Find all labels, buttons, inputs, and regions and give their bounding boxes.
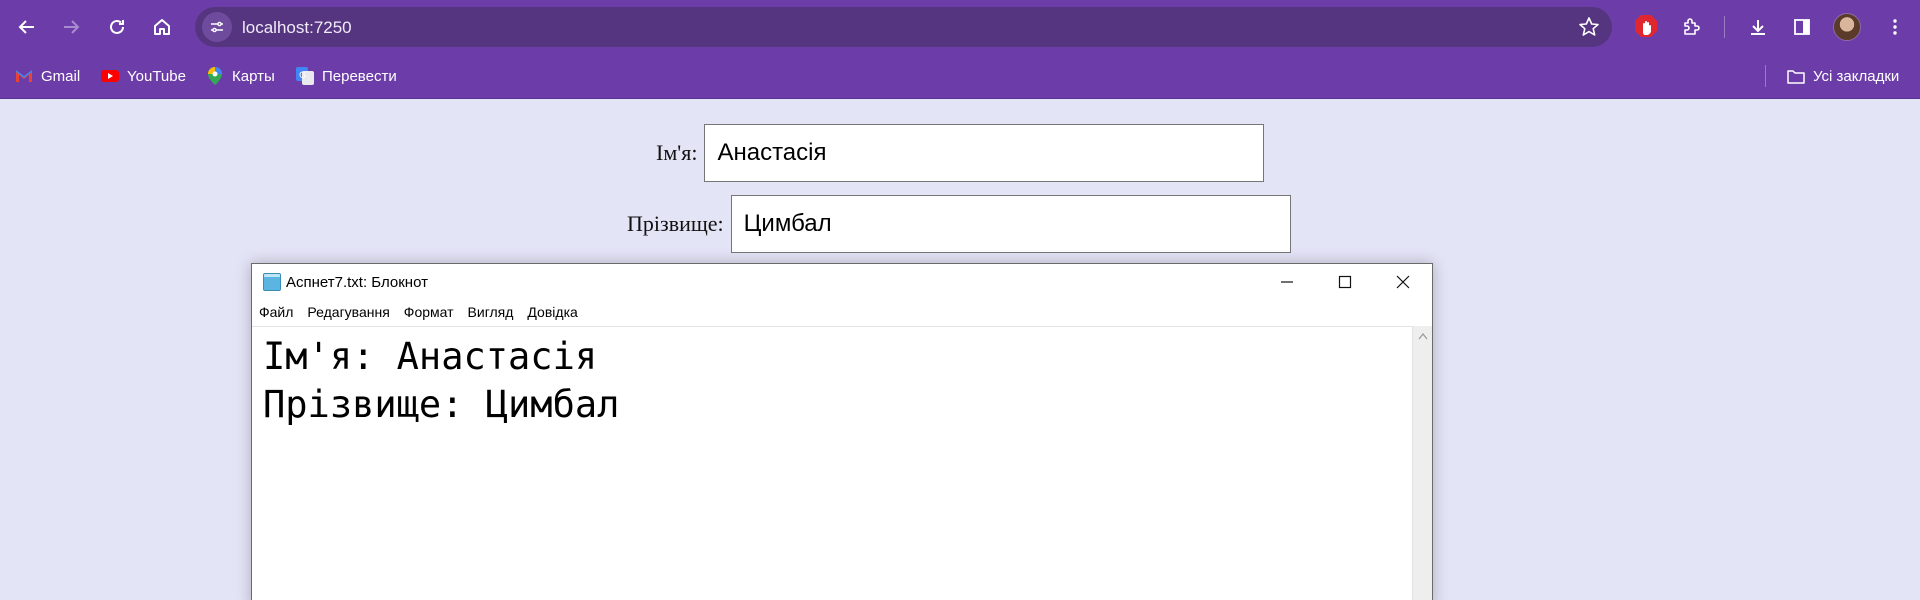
more-vert-icon bbox=[1893, 19, 1897, 35]
browser-toolbar: localhost:7250 bbox=[0, 0, 1920, 55]
close-button[interactable] bbox=[1374, 264, 1432, 300]
close-icon bbox=[1396, 275, 1410, 289]
back-button[interactable] bbox=[11, 11, 43, 43]
bookmark-label: Перевести bbox=[322, 67, 397, 85]
site-info-button[interactable] bbox=[202, 12, 232, 42]
translate-icon: G bbox=[296, 67, 314, 85]
minimize-icon bbox=[1281, 281, 1293, 283]
bookmark-label: YouTube bbox=[127, 67, 186, 85]
arrow-left-icon bbox=[18, 20, 34, 34]
bookmarks-bar: Gmail YouTube Карты G Перевести Усі закл… bbox=[0, 55, 1920, 99]
first-name-row: Ім'я: Анастасія bbox=[656, 124, 1265, 182]
side-panel-button[interactable] bbox=[1786, 11, 1818, 43]
menu-help[interactable]: Довідка bbox=[527, 304, 577, 320]
home-icon bbox=[154, 19, 170, 35]
all-bookmarks-label: Усі закладки bbox=[1813, 67, 1900, 85]
text-line: Ім'я: Анастасія bbox=[263, 335, 598, 378]
folder-icon bbox=[1787, 67, 1805, 85]
maps-icon bbox=[206, 67, 224, 85]
menu-view[interactable]: Вигляд bbox=[468, 304, 514, 320]
notepad-window: Аспнет7.txt: Блокнот Файл Редагування Фо… bbox=[251, 263, 1433, 600]
scroll-up-icon[interactable] bbox=[1418, 332, 1428, 340]
bookmark-label: Карты bbox=[232, 67, 275, 85]
home-button[interactable] bbox=[146, 11, 178, 43]
youtube-icon bbox=[101, 67, 119, 85]
address-bar[interactable]: localhost:7250 bbox=[195, 7, 1612, 47]
notepad-titlebar[interactable]: Аспнет7.txt: Блокнот bbox=[252, 264, 1432, 300]
last-name-input[interactable]: Цимбал bbox=[730, 195, 1291, 253]
svg-text:G: G bbox=[299, 71, 306, 81]
bookmark-translate[interactable]: G Перевести bbox=[296, 65, 397, 87]
menu-format[interactable]: Формат bbox=[404, 304, 454, 320]
menu-edit[interactable]: Редагування bbox=[307, 304, 389, 320]
url-text: localhost:7250 bbox=[242, 18, 352, 37]
maximize-icon bbox=[1338, 275, 1352, 289]
bookmark-star-icon[interactable] bbox=[1578, 16, 1600, 38]
minimize-button[interactable] bbox=[1258, 264, 1316, 300]
all-bookmarks-button[interactable]: Усі закладки bbox=[1787, 65, 1899, 87]
bookmark-gmail[interactable]: Gmail bbox=[15, 65, 80, 87]
notepad-title: Аспнет7.txt: Блокнот bbox=[286, 274, 428, 291]
download-icon bbox=[1751, 20, 1765, 35]
tune-icon bbox=[211, 21, 223, 33]
forward-button[interactable] bbox=[55, 11, 87, 43]
reload-icon bbox=[110, 19, 124, 34]
text-line: Прізвище: Цимбал bbox=[263, 383, 620, 426]
downloads-button[interactable] bbox=[1742, 11, 1774, 43]
first-name-input[interactable]: Анастасія bbox=[704, 124, 1265, 182]
notepad-app-icon bbox=[263, 273, 281, 291]
extensions-button[interactable] bbox=[1675, 11, 1707, 43]
notepad-menubar: Файл Редагування Формат Вигляд Довідка bbox=[252, 300, 1432, 324]
browser-menu-button[interactable] bbox=[1879, 11, 1911, 43]
last-name-label: Прізвище: bbox=[627, 211, 724, 236]
last-name-row: Прізвище: Цимбал bbox=[627, 195, 1291, 253]
extension-stop-icon[interactable] bbox=[1634, 14, 1658, 40]
arrow-right-icon bbox=[64, 20, 80, 34]
vertical-scrollbar[interactable] bbox=[1412, 326, 1432, 600]
bookmarks-divider bbox=[1765, 65, 1766, 87]
maximize-button[interactable] bbox=[1316, 264, 1374, 300]
bookmark-youtube[interactable]: YouTube bbox=[101, 65, 186, 87]
menu-file[interactable]: Файл bbox=[259, 304, 293, 320]
puzzle-icon bbox=[1684, 18, 1700, 35]
gmail-icon bbox=[15, 67, 33, 85]
notepad-text-area[interactable]: Ім'я: Анастасія Прізвище: Цимбал bbox=[252, 326, 1414, 600]
bookmark-label: Gmail bbox=[41, 67, 81, 85]
first-name-label: Ім'я: bbox=[656, 140, 698, 165]
toolbar-divider bbox=[1724, 16, 1725, 38]
profile-avatar[interactable] bbox=[1833, 13, 1861, 41]
bookmark-maps[interactable]: Карты bbox=[206, 65, 275, 87]
side-panel-icon bbox=[1794, 19, 1810, 35]
reload-button[interactable] bbox=[101, 11, 133, 43]
